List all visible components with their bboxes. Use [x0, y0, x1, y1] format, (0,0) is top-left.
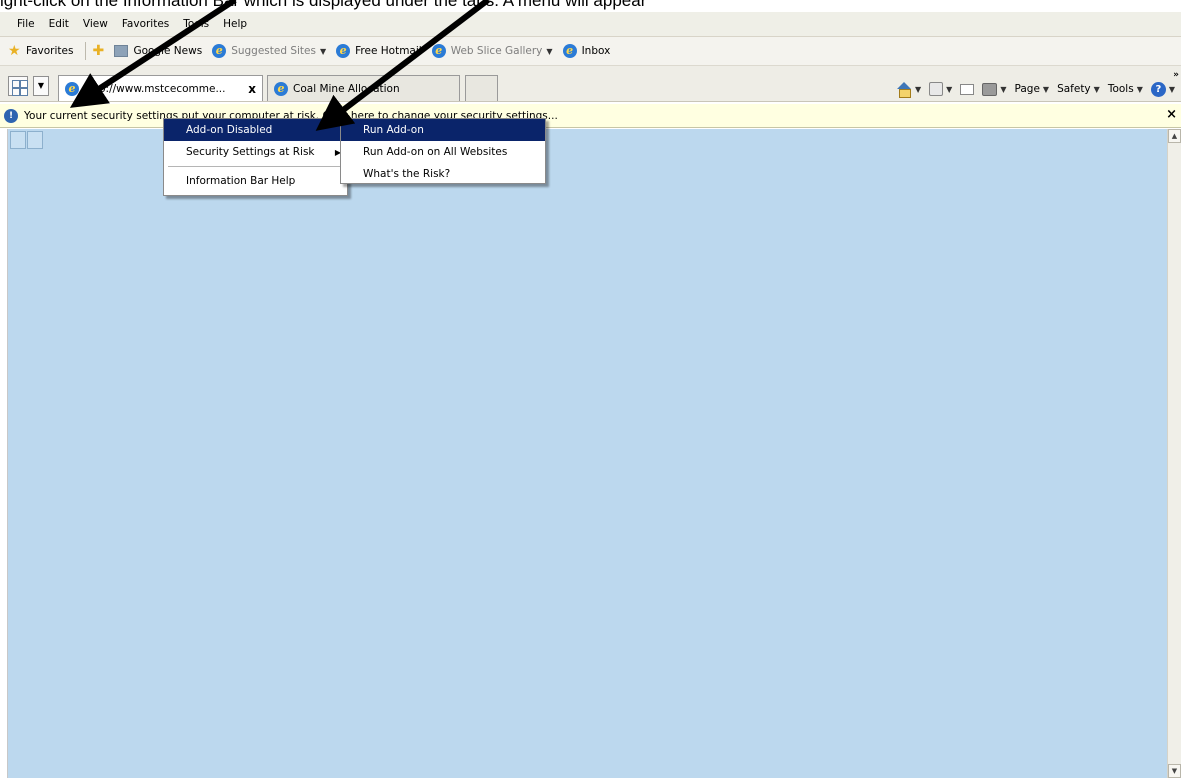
fav-link-web-slice-gallery[interactable]: e Web Slice Gallery ▼: [431, 44, 553, 58]
tab-label: http://www.mstcecomme...: [84, 82, 226, 95]
tab-list-dropdown[interactable]: ▼: [33, 76, 49, 96]
chevron-down-icon: ▼: [915, 84, 922, 94]
mail-icon: [960, 83, 975, 95]
toolbar-separator: [85, 42, 87, 60]
ie-icon: e: [431, 44, 446, 58]
frame-placeholder: [10, 131, 26, 149]
menu-divider: [168, 166, 343, 167]
menu-item-label: Security Settings at Risk: [186, 146, 315, 158]
quick-tabs-icon[interactable]: [8, 76, 28, 96]
menu-edit[interactable]: Edit: [42, 18, 76, 30]
fav-link-free-hotmail[interactable]: e Free Hotmail: [336, 44, 422, 58]
information-bar-context-menu: Add-on Disabled Security Settings at Ris…: [163, 118, 348, 196]
window-left-edge: [0, 129, 8, 778]
fav-link-label: Suggested Sites: [231, 45, 316, 57]
safety-menu-label: Safety: [1057, 83, 1091, 95]
fav-link-google-news[interactable]: Google News: [114, 45, 202, 57]
menu-item-label: What's the Risk?: [363, 168, 451, 180]
ie-icon: e: [274, 81, 288, 96]
help-icon: ?: [1150, 81, 1166, 97]
help-menu-button[interactable]: ? ▼: [1150, 81, 1175, 97]
close-icon[interactable]: ×: [1166, 107, 1177, 122]
caption-text: ight-click on the Information Bar which …: [0, 0, 647, 10]
ie-icon: e: [336, 44, 351, 58]
favorites-label: Favorites: [26, 45, 74, 57]
tab-label: Coal Mine Allocation: [293, 82, 400, 95]
fav-link-inbox[interactable]: e Inbox: [562, 44, 611, 58]
chevron-down-icon: ▼: [1093, 84, 1100, 94]
menu-help[interactable]: Help: [216, 18, 254, 30]
page-menu-label: Page: [1014, 83, 1040, 95]
menu-item-run-add-on[interactable]: Run Add-on: [341, 119, 545, 141]
chevron-down-icon: ▼: [1168, 84, 1175, 94]
tools-menu-button[interactable]: Tools ▼: [1108, 83, 1143, 95]
menu-item-label: Run Add-on: [363, 124, 424, 136]
star-icon: ★: [8, 43, 21, 59]
news-icon: [114, 45, 129, 57]
menu-item-label: Add-on Disabled: [186, 124, 273, 136]
fav-link-label: Web Slice Gallery: [450, 45, 543, 57]
ie-icon: e: [65, 81, 79, 96]
favorites-button[interactable]: ★ Favorites: [8, 44, 73, 58]
scroll-down-icon[interactable]: ▼: [1168, 764, 1181, 778]
menu-item-label: Information Bar Help: [186, 175, 296, 187]
toolbar-overflow-icon[interactable]: »: [1173, 70, 1179, 80]
menu-tools[interactable]: Tools: [176, 18, 216, 30]
home-button[interactable]: ▼: [896, 82, 922, 98]
menu-item-security-settings-at-risk[interactable]: Security Settings at Risk ▶: [164, 141, 347, 163]
new-tab-button[interactable]: [465, 75, 498, 101]
frame-placeholder: [27, 131, 43, 149]
page-menu-button[interactable]: Page ▼: [1014, 83, 1049, 95]
favorites-bar: ★ Favorites ✚ Google News e Suggested Si…: [0, 37, 1181, 66]
close-tab-icon[interactable]: x: [248, 82, 256, 96]
command-bar: ▼ ▼ ▼ Page ▼ Safety ▼ Tools ▼ ? ▼: [888, 79, 1175, 99]
page-content-area: [8, 129, 1167, 778]
menu-item-run-add-on-all-websites[interactable]: Run Add-on on All Websites: [341, 141, 545, 163]
scroll-up-icon[interactable]: ▲: [1168, 129, 1181, 143]
read-mail-button[interactable]: [960, 83, 975, 95]
add-to-favorites-icon[interactable]: ✚: [92, 43, 108, 59]
chevron-down-icon: ▼: [1000, 84, 1007, 94]
menu-item-whats-the-risk[interactable]: What's the Risk?: [341, 163, 545, 185]
fav-link-label: Google News: [133, 45, 203, 57]
ie-icon: e: [562, 44, 577, 58]
home-icon: [896, 82, 912, 98]
add-on-submenu: Run Add-on Run Add-on on All Websites Wh…: [340, 118, 546, 184]
safety-menu-button[interactable]: Safety ▼: [1057, 83, 1100, 95]
chevron-down-icon: ▼: [1136, 84, 1143, 94]
chevron-down-icon: ▼: [946, 84, 953, 94]
vertical-scrollbar[interactable]: ▲ ▼: [1167, 129, 1181, 778]
menu-bar: File Edit View Favorites Tools Help: [0, 12, 1181, 37]
feeds-button[interactable]: ▼: [929, 82, 952, 96]
security-shield-icon: !: [4, 108, 18, 123]
menu-view[interactable]: View: [76, 18, 115, 30]
menu-item-label: Run Add-on on All Websites: [363, 146, 508, 158]
menu-favorites[interactable]: Favorites: [115, 18, 176, 30]
fav-link-label: Free Hotmail: [355, 45, 422, 57]
fav-link-label: Inbox: [581, 45, 611, 57]
tab-coal-mine-allocation[interactable]: e Coal Mine Allocation: [267, 75, 460, 101]
tools-menu-label: Tools: [1107, 83, 1134, 95]
chevron-down-icon: ▼: [546, 46, 553, 56]
menu-file[interactable]: File: [10, 18, 42, 30]
fav-link-suggested-sites[interactable]: e Suggested Sites ▼: [212, 44, 326, 58]
ie-icon: e: [212, 44, 227, 58]
menu-item-information-bar-help[interactable]: Information Bar Help: [164, 170, 347, 192]
menu-item-add-on-disabled[interactable]: Add-on Disabled: [164, 119, 347, 141]
print-button[interactable]: ▼: [982, 82, 1007, 96]
chevron-down-icon: ▼: [319, 46, 327, 56]
caption-text-strip: ight-click on the Information Bar which …: [0, 0, 1181, 12]
print-icon: [982, 82, 998, 96]
feed-icon: [929, 82, 944, 96]
tab-mstcecommerce[interactable]: e http://www.mstcecomme... x: [58, 75, 263, 101]
chevron-down-icon: ▼: [1042, 84, 1050, 94]
